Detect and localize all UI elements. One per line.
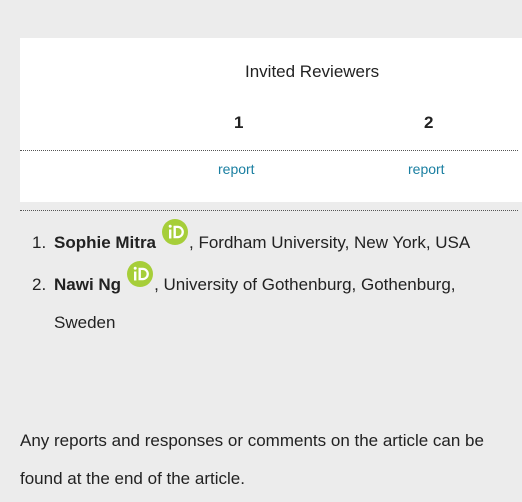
panel-title: Invited Reviewers — [245, 62, 380, 81]
reviewer-index: 2. — [32, 275, 47, 294]
report-link-2[interactable]: report — [408, 161, 445, 177]
reviewer-column-number-1: 1 — [234, 113, 244, 132]
reviewer-affiliation: , Fordham University, New York, USA — [189, 233, 471, 252]
footer-note: Any reports and responses or comments on… — [20, 431, 484, 488]
reviewer-name: Sophie Mitra — [54, 233, 157, 252]
reviewer-column-number-2: 2 — [424, 113, 434, 132]
reviewer-item: 1. Sophie Mitra , Fordham University, New… — [32, 219, 512, 262]
dotted-divider-bottom — [20, 210, 518, 211]
reviewer-list: 1. Sophie Mitra , Fordham University, New… — [32, 219, 512, 346]
orcid-icon[interactable] — [127, 261, 154, 287]
report-link-1[interactable]: report — [218, 161, 255, 177]
orcid-icon[interactable] — [162, 219, 189, 245]
reviewer-item: 2. Nawi Ng, University of Gothenburg, Go… — [32, 261, 512, 342]
reviewer-index: 1. — [32, 233, 47, 252]
dotted-divider-top — [20, 150, 518, 151]
reviewer-name: Nawi Ng — [54, 275, 122, 294]
